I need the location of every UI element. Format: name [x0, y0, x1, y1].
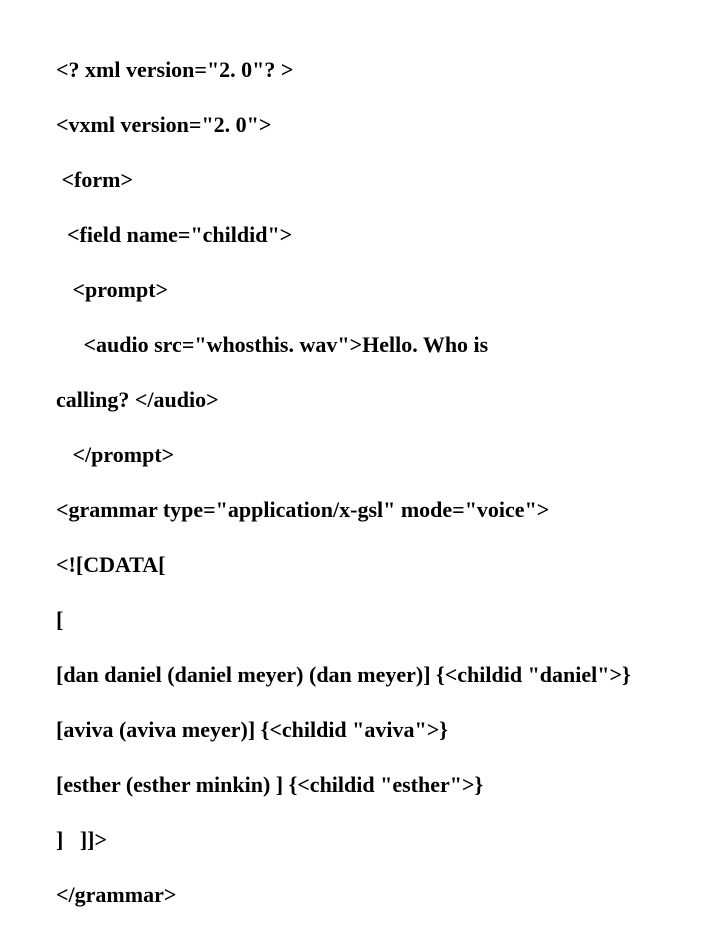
- code-line: <audio src="whosthis. wav">Hello. Who is: [56, 331, 712, 359]
- code-line: [aviva (aviva meyer)] {<childid "aviva">…: [56, 716, 712, 744]
- code-line: <field name="childid">: [56, 221, 712, 249]
- code-line: [esther (esther minkin) ] {<childid "est…: [56, 771, 712, 799]
- code-line: <![CDATA[: [56, 551, 712, 579]
- code-line: ] ]]>: [56, 826, 712, 854]
- code-line: </prompt>: [56, 441, 712, 469]
- code-line: <prompt>: [56, 276, 712, 304]
- code-line: calling? </audio>: [56, 386, 712, 414]
- code-line: [: [56, 606, 712, 634]
- code-line: <form>: [56, 166, 712, 194]
- code-line: <vxml version="2. 0">: [56, 111, 712, 139]
- code-line: <? xml version="2. 0"? >: [56, 56, 712, 84]
- code-line: [dan daniel (daniel meyer) (dan meyer)] …: [56, 661, 712, 689]
- code-line: </grammar>: [56, 881, 712, 909]
- code-block: <? xml version="2. 0"? > <vxml version="…: [0, 0, 720, 944]
- code-line: <grammar type="application/x-gsl" mode="…: [56, 496, 712, 524]
